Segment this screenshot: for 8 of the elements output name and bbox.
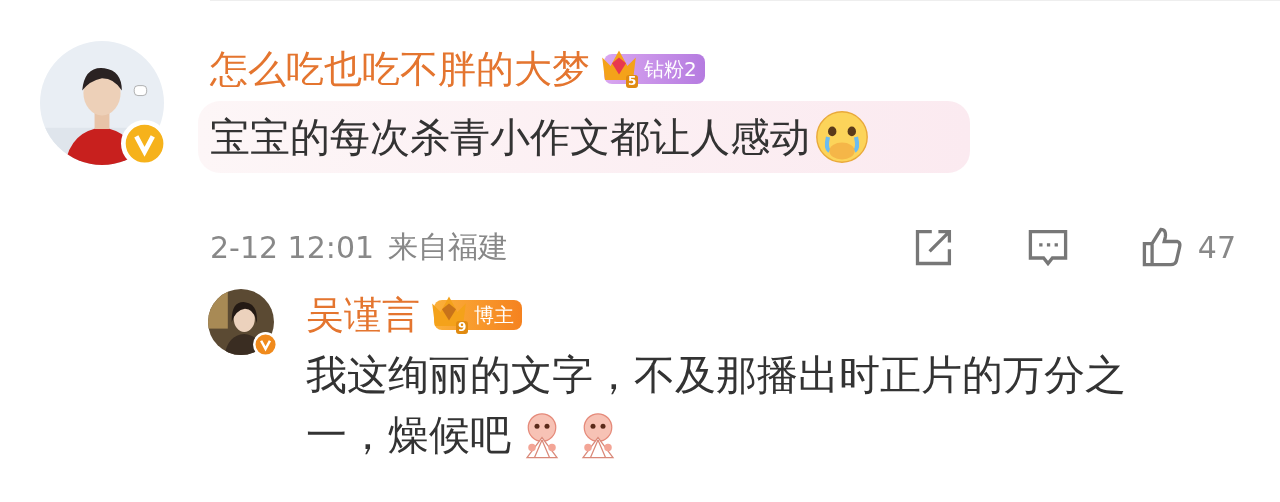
user-name[interactable]: 怎么吃也吃不胖的大梦 [210,43,590,95]
user-name[interactable]: 吴谨言 [306,289,420,341]
comment-location: 来自福建 [388,227,509,266]
like-count: 47 [1197,229,1236,265]
comment-time: 2-12 12:01 [210,229,375,265]
reply-text: 一，燥候吧 [306,410,511,461]
reply-text: 我这绚丽的文字，不及那播出时正片的万分之 [306,350,1126,401]
comment-text: 宝宝的每次杀青小作文都让人感动 [210,112,810,162]
